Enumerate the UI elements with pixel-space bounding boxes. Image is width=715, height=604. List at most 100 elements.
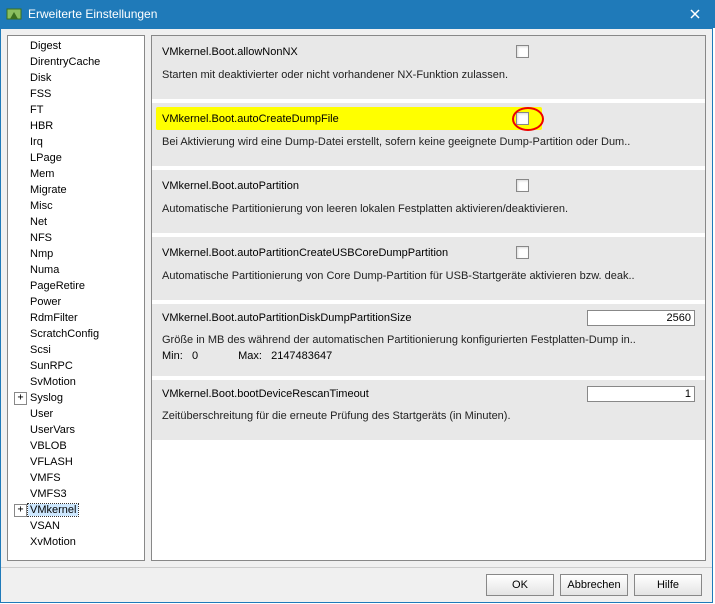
tree-item-label: Nmp <box>28 248 55 260</box>
app-icon <box>6 6 22 22</box>
tree-item-svmotion[interactable]: +SvMotion <box>12 374 142 390</box>
expand-icon[interactable]: + <box>14 392 27 405</box>
setting-checkbox[interactable] <box>516 45 529 58</box>
tree-item-label: DirentryCache <box>28 56 102 68</box>
help-button[interactable]: Hilfe <box>634 574 702 596</box>
tree-item-mem[interactable]: +Mem <box>12 166 142 182</box>
tree-item-scsi[interactable]: +Scsi <box>12 342 142 358</box>
setting-min: Min: 0 <box>162 350 198 362</box>
close-button[interactable] <box>675 0 715 28</box>
setting-number-input[interactable] <box>587 386 695 402</box>
tree-item-rdmfilter[interactable]: +RdmFilter <box>12 310 142 326</box>
tree-item-irq[interactable]: +Irq <box>12 134 142 150</box>
tree-item-vmkernel[interactable]: +VMkernel <box>12 502 142 518</box>
tree-item-disk[interactable]: +Disk <box>12 70 142 86</box>
tree-item-sunrpc[interactable]: +SunRPC <box>12 358 142 374</box>
tree-item-label: ScratchConfig <box>28 328 101 340</box>
tree-item-label: User <box>28 408 55 420</box>
tree-item-label: NFS <box>28 232 54 244</box>
setting-description: Automatische Partitionierung von leeren … <box>162 203 695 215</box>
tree-item-label: Power <box>28 296 63 308</box>
tree-item-vsan[interactable]: +VSAN <box>12 518 142 534</box>
tree-item-label: VMFS3 <box>28 488 69 500</box>
dialog-body: +Digest+DirentryCache+Disk+FSS+FT+HBR+Ir… <box>0 28 713 603</box>
setting-vmkernel-boot-autopartition: VMkernel.Boot.autoPartition Automatische … <box>152 170 705 237</box>
tree-item-vblob[interactable]: +VBLOB <box>12 438 142 454</box>
tree-item-label: XvMotion <box>28 536 78 548</box>
tree-item-label: RdmFilter <box>28 312 80 324</box>
tree-item-syslog[interactable]: +Syslog <box>12 390 142 406</box>
tree-item-fss[interactable]: +FSS <box>12 86 142 102</box>
setting-number-input[interactable] <box>587 310 695 326</box>
setting-key-label: VMkernel.Boot.autoCreateDumpFile <box>162 113 512 125</box>
tree-item-direntrycache[interactable]: +DirentryCache <box>12 54 142 70</box>
tree-item-nfs[interactable]: +NFS <box>12 230 142 246</box>
tree-item-label: Mem <box>28 168 56 180</box>
tree-item-vmfs[interactable]: +VMFS <box>12 470 142 486</box>
setting-description: Zeitüberschreitung für die erneute Prüfu… <box>162 410 695 422</box>
tree-item-label: UserVars <box>28 424 77 436</box>
setting-checkbox[interactable] <box>516 179 529 192</box>
tree-item-label: VMkernel <box>28 504 78 516</box>
tree-item-label: Net <box>28 216 49 228</box>
tree-item-label: Disk <box>28 72 53 84</box>
tree-item-label: Numa <box>28 264 61 276</box>
tree-item-scratchconfig[interactable]: +ScratchConfig <box>12 326 142 342</box>
tree-item-label: HBR <box>28 120 55 132</box>
tree-item-uservars[interactable]: +UserVars <box>12 422 142 438</box>
tree-item-label: VSAN <box>28 520 62 532</box>
tree-item-label: SvMotion <box>28 376 78 388</box>
tree-item-label: Irq <box>28 136 45 148</box>
tree-item-label: Syslog <box>28 392 65 404</box>
tree-item-label: PageRetire <box>28 280 87 292</box>
setting-key-label: VMkernel.Boot.bootDeviceRescanTimeout <box>162 388 512 400</box>
tree-item-label: Migrate <box>28 184 69 196</box>
tree-item-label: VFLASH <box>28 456 75 468</box>
tree-item-xvmotion[interactable]: +XvMotion <box>12 534 142 550</box>
setting-checkbox[interactable] <box>516 246 529 259</box>
tree-item-vmfs3[interactable]: +VMFS3 <box>12 486 142 502</box>
setting-vmkernel-boot-bootdevicerescantimeout: VMkernel.Boot.bootDeviceRescanTimeout Zei… <box>152 380 705 444</box>
tree-item-user[interactable]: +User <box>12 406 142 422</box>
title-bar: Erweiterte Einstellungen <box>0 0 715 28</box>
setting-vmkernel-boot-allownonnx: VMkernel.Boot.allowNonNXStarten mit deak… <box>152 36 705 103</box>
tree-item-power[interactable]: +Power <box>12 294 142 310</box>
settings-list[interactable]: VMkernel.Boot.allowNonNXStarten mit deak… <box>151 35 706 561</box>
tree-item-vflash[interactable]: +VFLASH <box>12 454 142 470</box>
setting-checkbox[interactable] <box>516 112 529 125</box>
setting-max: Max: 2147483647 <box>238 350 332 362</box>
tree-item-digest[interactable]: +Digest <box>12 38 142 54</box>
expand-icon[interactable]: + <box>14 504 27 517</box>
button-bar: OK Abbrechen Hilfe <box>1 567 712 602</box>
setting-description: Starten mit deaktivierter oder nicht vor… <box>162 69 695 81</box>
setting-description: Automatische Partitionierung von Core Du… <box>162 270 695 282</box>
setting-description: Größe in MB des während der automatische… <box>162 334 695 346</box>
setting-key-label: VMkernel.Boot.autoPartitionCreateUSBCore… <box>162 247 512 259</box>
tree-item-label: Scsi <box>28 344 53 356</box>
tree-item-numa[interactable]: +Numa <box>12 262 142 278</box>
setting-vmkernel-boot-autopartitioncreateusbcoredumppartition: VMkernel.Boot.autoPartitionCreateUSBCore… <box>152 237 705 304</box>
tree-item-label: SunRPC <box>28 360 75 372</box>
tree-item-label: Digest <box>28 40 63 52</box>
tree-item-lpage[interactable]: +LPage <box>12 150 142 166</box>
tree-item-ft[interactable]: +FT <box>12 102 142 118</box>
cancel-button[interactable]: Abbrechen <box>560 574 628 596</box>
tree-item-label: FSS <box>28 88 53 100</box>
tree-item-hbr[interactable]: +HBR <box>12 118 142 134</box>
tree-item-label: FT <box>28 104 45 116</box>
setting-key-label: VMkernel.Boot.autoPartitionDiskDumpParti… <box>162 312 512 324</box>
setting-min-max: Min: 0 Max: 2147483647 <box>162 350 695 362</box>
tree-item-misc[interactable]: +Misc <box>12 198 142 214</box>
tree-item-label: VBLOB <box>28 440 69 452</box>
tree-item-nmp[interactable]: +Nmp <box>12 246 142 262</box>
tree-item-migrate[interactable]: +Migrate <box>12 182 142 198</box>
window-title: Erweiterte Einstellungen <box>28 7 675 21</box>
tree-item-label: Misc <box>28 200 55 212</box>
category-tree[interactable]: +Digest+DirentryCache+Disk+FSS+FT+HBR+Ir… <box>7 35 145 561</box>
ok-button[interactable]: OK <box>486 574 554 596</box>
tree-item-pageretire[interactable]: +PageRetire <box>12 278 142 294</box>
setting-key-label: VMkernel.Boot.autoPartition <box>162 180 512 192</box>
tree-item-net[interactable]: +Net <box>12 214 142 230</box>
close-icon <box>690 9 700 19</box>
setting-description: Bei Aktivierung wird eine Dump-Datei ers… <box>162 136 695 148</box>
